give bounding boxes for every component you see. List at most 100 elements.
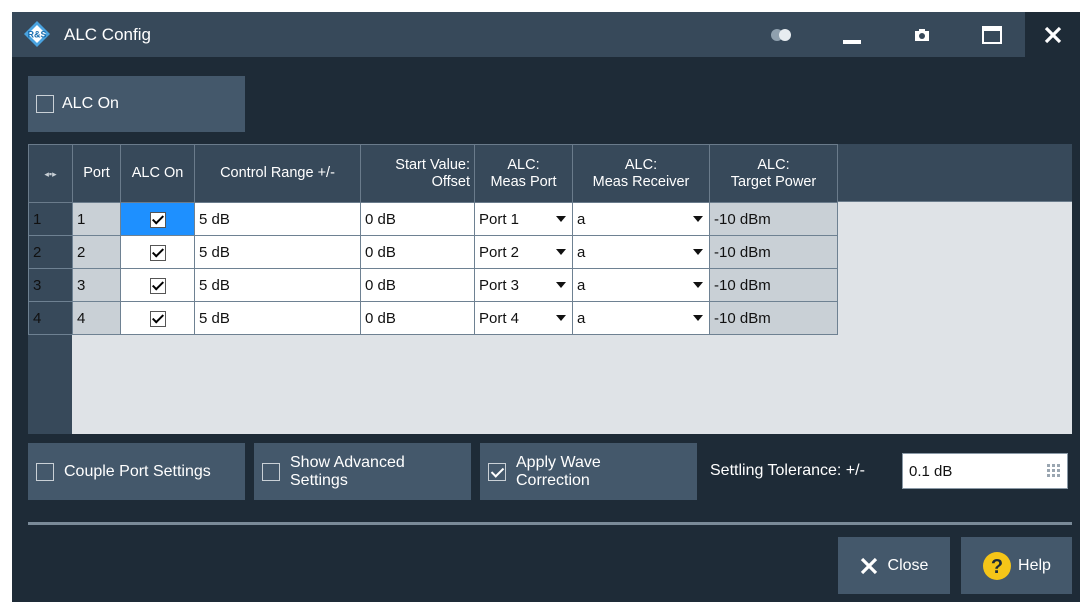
target-power-cell: -10 dBm [709,202,838,236]
apply-wave-correction-label: Apply Wave Correction [516,454,601,490]
target-power-cell: -10 dBm [709,301,838,335]
meas-port-value: Port 1 [479,210,520,228]
alc-on-cell-checkbox[interactable] [149,277,166,294]
meas-receiver-dropdown[interactable]: a [572,202,710,236]
dropdown-arrow-icon [693,282,703,288]
row-handle-header[interactable]: ◂▪▸ [28,144,73,203]
meas-port-dropdown[interactable]: Port 3 [474,268,573,302]
control-range-cell[interactable]: 5 dB [194,301,361,335]
start-value-cell[interactable]: 0 dB [360,301,475,335]
show-advanced-settings-checkbox[interactable] [262,462,280,481]
table-row[interactable]: 4 4 5 dB 0 dB Port 4 a -10 dBm [28,301,838,335]
dropdown-arrow-icon [556,216,566,222]
meas-receiver-header[interactable]: ALC: Meas Receiver [572,144,710,203]
start-value-cell[interactable]: 0 dB [360,268,475,302]
svg-text:?: ? [991,556,1003,578]
rs-logo-icon: R&S [24,21,50,47]
meas-port-header[interactable]: ALC: Meas Port [474,144,573,203]
meas-receiver-dropdown[interactable]: a [572,301,710,335]
alc-on-checkbox[interactable] [36,95,54,113]
alc-on-cell-checkbox[interactable] [149,310,166,327]
start-value-cell[interactable]: 0 dB [360,235,475,269]
apply-wave-correction-checkbox[interactable] [488,462,506,481]
alc-on-cell[interactable] [120,301,195,335]
close-icon [860,557,877,574]
dropdown-arrow-icon [556,282,566,288]
port-cell: 1 [72,202,121,236]
control-range-cell[interactable]: 5 dB [194,202,361,236]
screenshot-button[interactable] [897,12,947,57]
alc-on-cell[interactable] [120,268,195,302]
close-button[interactable]: Close [838,537,950,594]
meas-port-dropdown[interactable]: Port 2 [474,235,573,269]
alc-table: ◂▪▸ Port ALC On Control Range +/- Start … [28,144,1072,434]
window-close-button[interactable] [1025,12,1080,57]
control-range-header[interactable]: Control Range +/- [194,144,361,203]
show-advanced-settings-label: Show Advanced Settings [290,454,405,490]
alc-config-dialog: R&S ALC Config ALC On ◂▪▸ Port ALC On Co… [12,12,1080,602]
start-value-cell[interactable]: 0 dB [360,202,475,236]
row-number[interactable]: 4 [28,301,73,335]
start-value-header-line2: Offset [431,173,470,190]
meas-receiver-header-line1: ALC: [624,156,658,173]
keypad-icon[interactable] [1047,464,1061,478]
alc-on-cell-checkbox[interactable] [149,211,166,228]
toggle-icon [771,28,791,41]
meas-port-value: Port 2 [479,243,520,261]
show-advanced-settings-label-line1: Show Advanced [290,453,405,471]
minimize-button[interactable] [827,12,877,57]
dropdown-arrow-icon [693,216,703,222]
dropdown-arrow-icon [693,315,703,321]
alc-on-label: ALC On [62,95,119,112]
meas-receiver-value: a [577,309,586,327]
couple-port-settings-toggle[interactable]: Couple Port Settings [28,443,245,500]
alc-on-cell-checkbox[interactable] [149,244,166,261]
meas-port-dropdown[interactable]: Port 1 [474,202,573,236]
row-number[interactable]: 3 [28,268,73,302]
target-power-cell: -10 dBm [709,235,838,269]
alc-on-cell[interactable] [120,235,195,269]
row-number[interactable]: 1 [28,202,73,236]
settling-tolerance-input[interactable]: 0.1 dB [902,453,1068,489]
window-title: ALC Config [64,25,151,44]
control-range-cell[interactable]: 5 dB [194,235,361,269]
maximize-button[interactable] [967,12,1017,57]
meas-port-dropdown[interactable]: Port 4 [474,301,573,335]
apply-wave-correction-toggle[interactable]: Apply Wave Correction [480,443,697,500]
couple-port-settings-label: Couple Port Settings [64,462,211,480]
column-resize-icon: ◂▪▸ [44,168,57,179]
close-icon [1044,26,1061,43]
start-value-header[interactable]: Start Value: Offset [360,144,475,203]
table-row[interactable]: 1 1 5 dB 0 dB Port 1 a -10 dBm [28,202,838,236]
target-power-header[interactable]: ALC: Target Power [709,144,838,203]
couple-port-settings-checkbox[interactable] [36,462,54,481]
help-button-label: Help [1018,556,1051,574]
control-range-cell[interactable]: 5 dB [194,268,361,302]
dropdown-arrow-icon [693,249,703,255]
meas-receiver-dropdown[interactable]: a [572,235,710,269]
target-power-header-line2: Target Power [730,173,817,190]
row-number[interactable]: 2 [28,235,73,269]
port-cell: 4 [72,301,121,335]
meas-receiver-value: a [577,276,586,294]
dropdown-arrow-icon [556,315,566,321]
help-button[interactable]: ? Help [961,537,1072,594]
alc-on-toggle[interactable]: ALC On [28,76,245,132]
port-header[interactable]: Port [72,144,121,203]
target-power-header-line1: ALC: [757,156,790,173]
title-bar[interactable]: R&S ALC Config [12,12,1080,57]
alc-on-header[interactable]: ALC On [120,144,195,203]
target-power-cell: -10 dBm [709,268,838,302]
start-value-header-line1: Start Value: [395,156,470,173]
footer-separator [28,522,1072,525]
meas-receiver-dropdown[interactable]: a [572,268,710,302]
settling-tolerance-value: 0.1 dB [909,462,953,480]
table-row[interactable]: 2 2 5 dB 0 dB Port 2 a -10 dBm [28,235,838,269]
toggle-button[interactable] [757,12,807,57]
alc-on-cell[interactable] [120,202,195,236]
header-filler [837,144,1072,202]
meas-port-header-line1: ALC: [507,156,540,173]
alc-grid: ◂▪▸ Port ALC On Control Range +/- Start … [28,144,838,335]
table-row[interactable]: 3 3 5 dB 0 dB Port 3 a -10 dBm [28,268,838,302]
show-advanced-settings-toggle[interactable]: Show Advanced Settings [254,443,471,500]
